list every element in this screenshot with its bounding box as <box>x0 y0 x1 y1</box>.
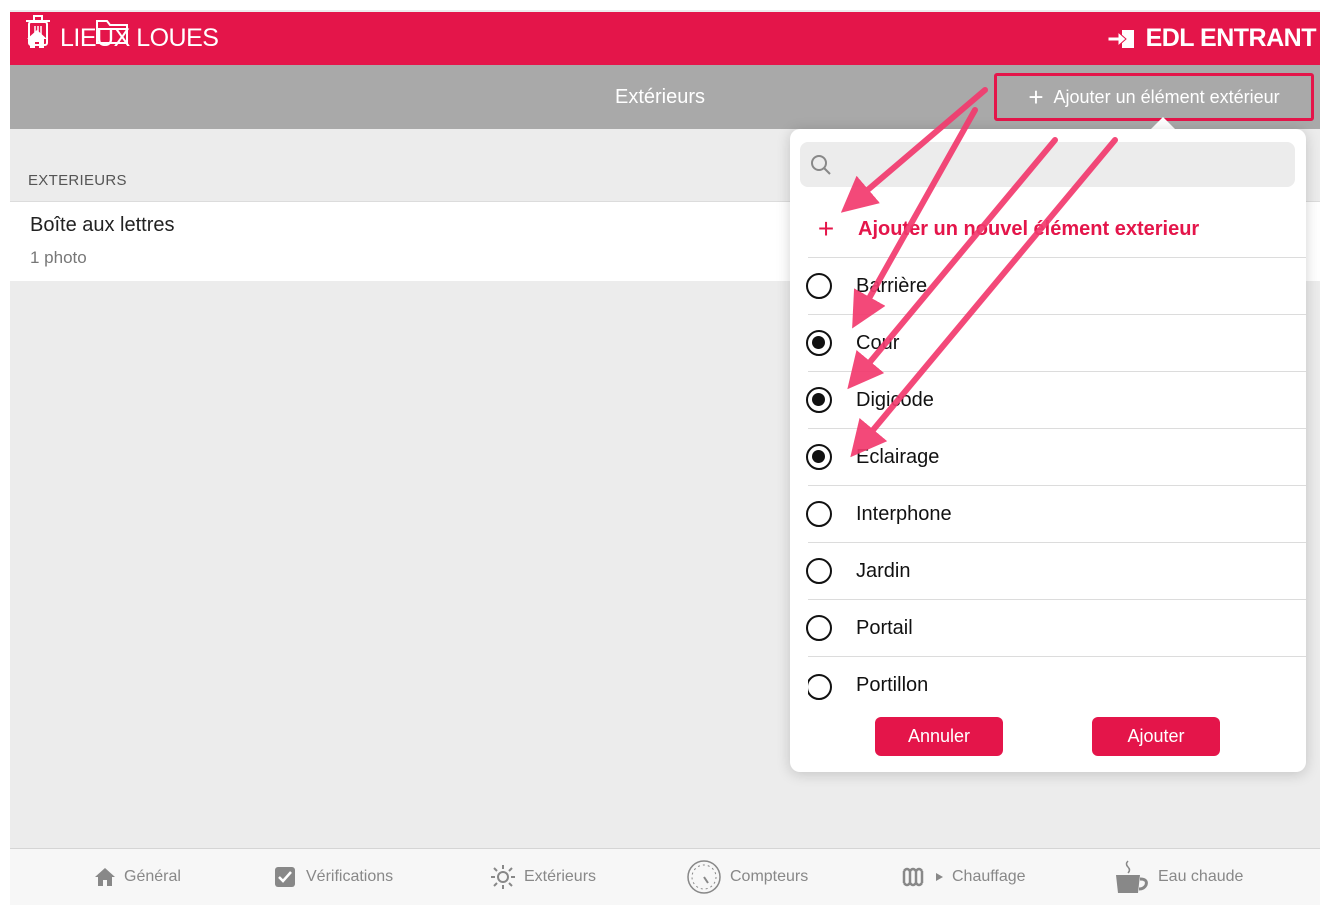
tab-label: Compteurs <box>730 868 809 885</box>
tab-label: Vérifications <box>306 868 394 885</box>
cancel-button[interactable]: Annuler <box>875 717 1003 756</box>
tab-eau-chaude[interactable]: Eau chaude <box>1114 849 1243 905</box>
add-button[interactable]: Ajouter <box>1092 717 1220 756</box>
option-label: Portail <box>856 616 913 639</box>
tab-verifications[interactable]: Vérifications <box>274 849 393 905</box>
radio-selected-icon[interactable] <box>806 444 832 470</box>
radio-icon[interactable] <box>806 615 832 641</box>
tab-label: Général <box>124 868 181 885</box>
add-exterior-label: Ajouter un élément extérieur <box>1053 86 1280 107</box>
edl-mode[interactable]: EDL ENTRANT <box>1106 12 1317 65</box>
mode-label: EDL ENTRANT <box>1145 24 1317 52</box>
option-label: Interphone <box>856 502 952 525</box>
section-header: EXTERIEURS <box>28 172 127 189</box>
plus-icon: + <box>1028 81 1044 112</box>
plus-icon: + <box>817 213 835 244</box>
option-label: Portillon <box>856 674 929 696</box>
tab-general[interactable]: Général <box>94 849 181 905</box>
radio-icon[interactable] <box>808 674 832 700</box>
radio-icon[interactable] <box>806 558 832 584</box>
top-bar: LIEUX LOUES EDL ENTRANT <box>10 12 1320 65</box>
list-item-title: Boîte aux lettres <box>30 214 175 236</box>
radio-selected-icon[interactable] <box>806 387 832 413</box>
option-label: Barrière <box>856 274 928 297</box>
enter-icon <box>1107 29 1134 48</box>
option-label: Cour <box>856 331 900 354</box>
option-jardin[interactable]: Jardin <box>806 543 1306 600</box>
option-digicode[interactable]: Digicode <box>806 372 1306 429</box>
tab-compteurs[interactable]: Compteurs <box>686 849 808 905</box>
tab-exterieurs[interactable]: Extérieurs <box>490 849 596 905</box>
option-portail[interactable]: Portail <box>806 600 1306 657</box>
cup-icon <box>1116 860 1148 893</box>
option-barriere[interactable]: Barrière <box>806 258 1306 315</box>
tab-label: Chauffage <box>952 868 1026 885</box>
tab-chauffage[interactable]: Chauffage <box>902 849 1026 905</box>
option-label: Eclairage <box>856 445 940 468</box>
folder-icon[interactable] <box>96 18 128 49</box>
radio-selected-icon[interactable] <box>806 330 832 356</box>
radio-icon[interactable] <box>806 273 832 299</box>
search-input[interactable] <box>840 142 1284 189</box>
tab-label: Eau chaude <box>1158 868 1244 885</box>
option-label: Digicode <box>856 388 934 411</box>
tab-bar: Général Vérifications Extérieurs Compteu… <box>10 848 1320 905</box>
list-item-subtitle: 1 photo <box>30 248 87 267</box>
radio-icon[interactable] <box>806 501 832 527</box>
checkbox-icon <box>275 867 295 887</box>
option-eclairage[interactable]: Eclairage <box>806 429 1306 486</box>
radiator-icon <box>902 867 943 887</box>
option-label: Jardin <box>856 559 911 582</box>
add-exterior-element-button[interactable]: + Ajouter un élément extérieur <box>994 73 1314 121</box>
gauge-icon <box>687 860 721 894</box>
tab-label: Extérieurs <box>524 868 597 885</box>
add-new-element-item[interactable]: + Ajouter un nouvel élément exterieur <box>808 201 1306 258</box>
header-title: LIEUX LOUES <box>60 24 219 52</box>
search-icon <box>811 155 831 175</box>
trash-icon[interactable] <box>26 15 50 52</box>
add-new-label: Ajouter un nouvel élément exterieur <box>858 217 1200 240</box>
option-interphone[interactable]: Interphone <box>806 486 1306 543</box>
house-icon <box>95 868 115 886</box>
sun-icon <box>491 865 515 889</box>
option-portillon[interactable]: Portillon <box>808 657 1306 701</box>
option-cour[interactable]: Cour <box>806 315 1306 372</box>
search-field[interactable] <box>800 142 1295 189</box>
